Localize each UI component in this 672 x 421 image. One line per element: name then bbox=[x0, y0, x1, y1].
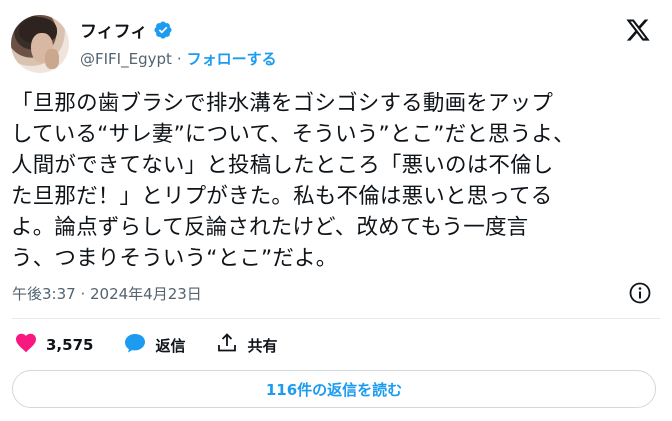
share-icon bbox=[215, 331, 239, 359]
follow-button[interactable]: フォローする bbox=[187, 48, 277, 69]
reply-label: 返信 bbox=[155, 336, 186, 355]
share-button[interactable]: 共有 bbox=[215, 331, 277, 359]
tweet-text: 「旦那の歯ブラシで排水溝をゴシゴシする動画をアップ している“サレ妻”について、… bbox=[11, 88, 651, 274]
tweet-line: よ。論点ずらして反論されたけど、改めてもう一度言 bbox=[11, 215, 529, 240]
tweet-line: た旦那だ！」とリプがきた。私も不倫は悪いと思ってる bbox=[11, 184, 553, 209]
author-name-row: フィフィ bbox=[80, 17, 173, 42]
tweet-line: 人間ができてない」と投稿したところ「悪いのは不倫し bbox=[11, 153, 554, 178]
handle[interactable]: @FIFI_Egypt bbox=[80, 50, 172, 68]
display-name[interactable]: フィフィ bbox=[80, 17, 147, 42]
separator-dot: · bbox=[176, 49, 182, 68]
reply-button[interactable]: 返信 bbox=[123, 331, 185, 359]
heart-icon bbox=[14, 331, 38, 359]
like-button[interactable]: 3,575 bbox=[14, 331, 93, 359]
share-label: 共有 bbox=[247, 336, 278, 355]
reply-icon bbox=[123, 331, 147, 359]
timestamp[interactable]: 午後3:37 · 2024年4月23日 bbox=[12, 283, 202, 304]
tweet-line: 「旦那の歯ブラシで排水溝をゴシゴシする動画をアップ bbox=[11, 91, 554, 116]
divider bbox=[12, 318, 660, 319]
info-icon[interactable] bbox=[628, 281, 652, 305]
verified-badge-icon bbox=[153, 20, 173, 40]
author-handle-row: @FIFI_Egypt · フォローする bbox=[80, 48, 277, 69]
tweet-line: している“サレ妻”について、そういう”とこ”だと思うよ、 bbox=[11, 122, 575, 147]
action-bar: 3,575 返信 共有 bbox=[14, 331, 307, 359]
like-count: 3,575 bbox=[46, 336, 94, 354]
avatar[interactable] bbox=[11, 15, 69, 73]
tweet-line: う、つまりそういう“とこ”だよ。 bbox=[11, 246, 338, 271]
x-logo-icon[interactable] bbox=[624, 17, 652, 43]
read-replies-button[interactable]: 116件の返信を読む bbox=[12, 370, 656, 408]
